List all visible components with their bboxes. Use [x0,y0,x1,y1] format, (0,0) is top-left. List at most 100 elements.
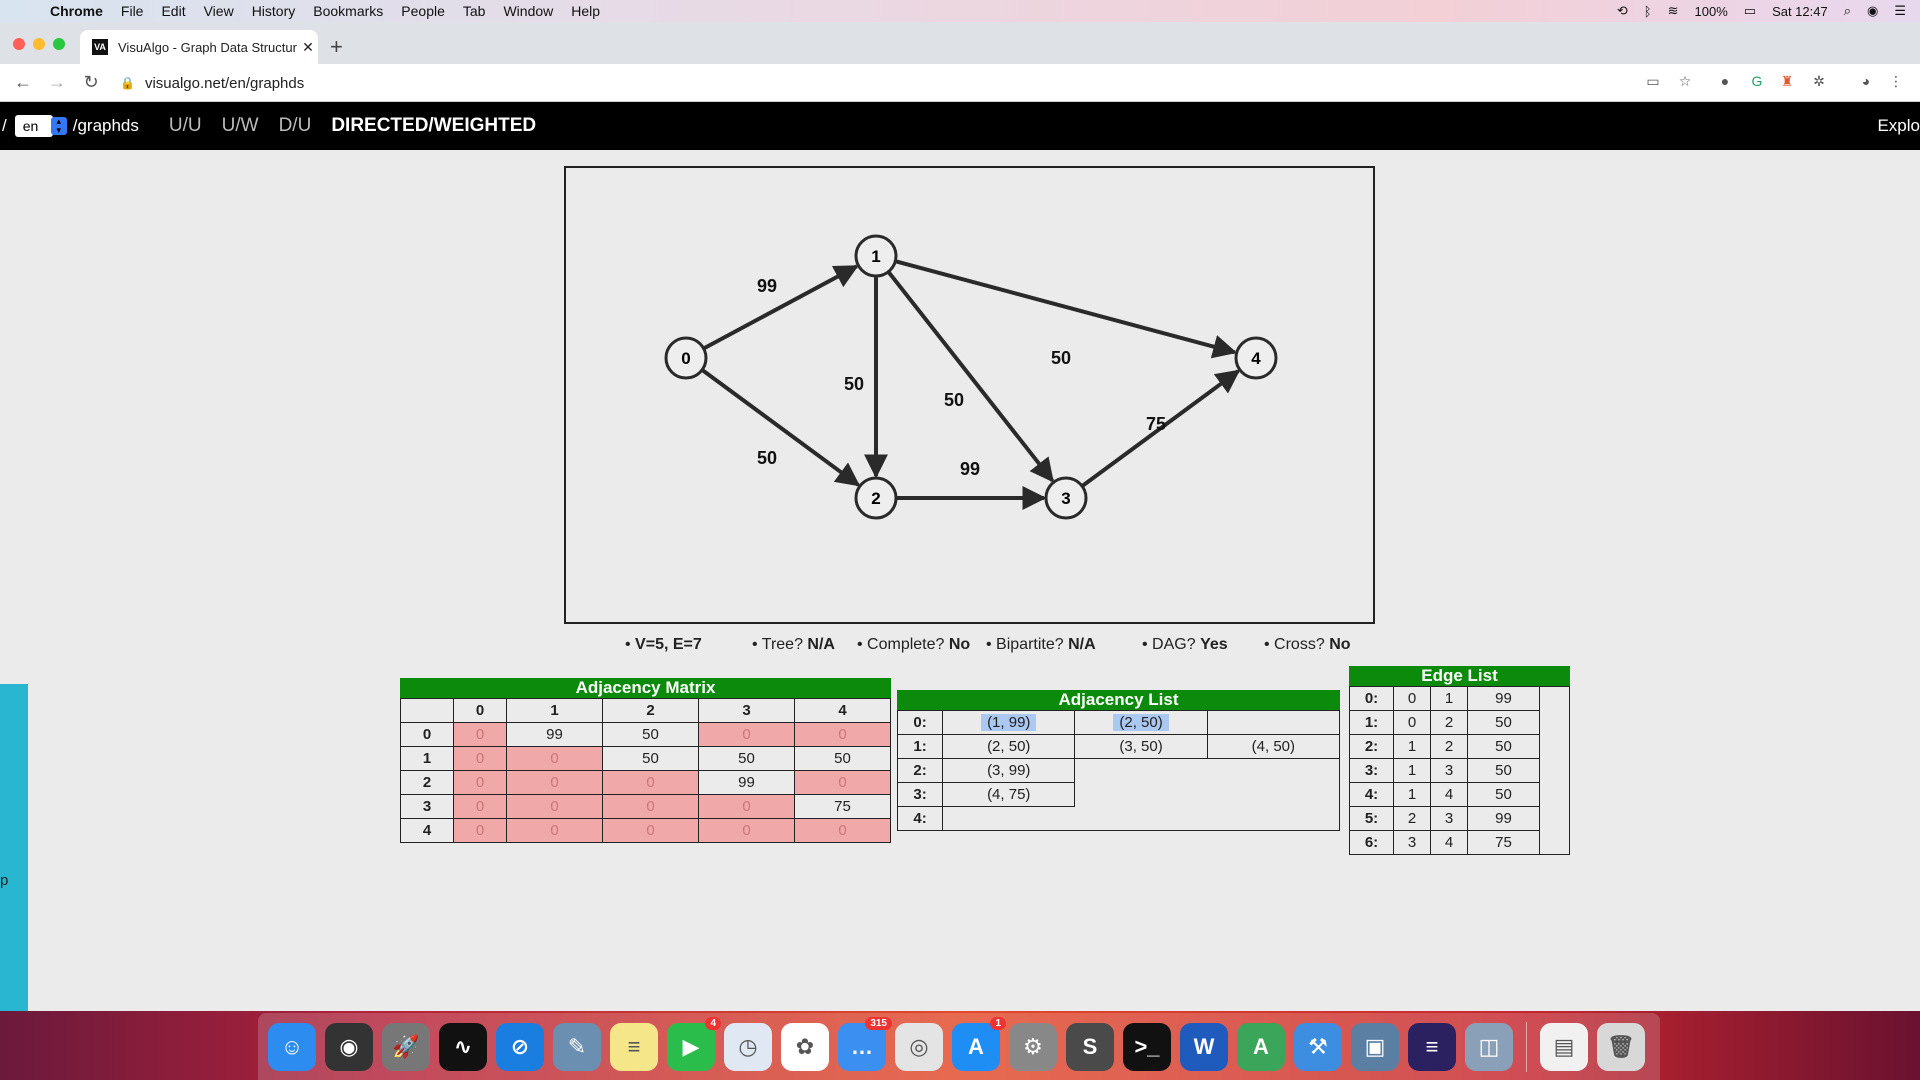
menu-app-name[interactable]: Chrome [50,3,103,19]
edge-1-4[interactable] [894,259,1238,359]
vertex-1[interactable]: 1 [854,234,898,278]
spotlight-icon[interactable]: ⌕ [1844,3,1851,19]
dock-documents-icon[interactable]: ▤ [1540,1022,1588,1071]
time-machine-icon[interactable]: ⟲ [1617,3,1628,19]
mode-uw[interactable]: U/W [222,115,259,137]
edgelist-spacer [1540,735,1570,759]
dock-image-capture-icon[interactable]: ◫ [1465,1022,1513,1071]
menu-window[interactable]: Window [503,3,553,19]
chrome-menu-icon[interactable]: ⋮ [1886,73,1906,93]
menu-edit[interactable]: Edit [161,3,185,19]
browser-tab[interactable]: VA VisuAlgo - Graph Data Structur ✕ [80,30,318,64]
dock-finder-icon[interactable]: ☺ [268,1022,316,1071]
siri-icon[interactable]: ◉ [1867,3,1878,19]
edge-1-3[interactable] [886,270,1054,483]
wifi-icon[interactable]: ≋ [1668,3,1679,19]
adjlist-row: 1: (2, 50) (3, 50) (4, 50) [896,734,1341,759]
dock-eclipse-icon[interactable]: ≡ [1408,1022,1456,1071]
menu-bookmarks[interactable]: Bookmarks [313,3,383,19]
edge-0-1[interactable] [702,264,859,351]
menu-tab[interactable]: Tab [463,3,486,19]
reload-icon[interactable]: ↻ [80,72,102,93]
tab-close-icon[interactable]: ✕ [298,39,318,56]
edge-weight-label: 50 [1051,348,1071,368]
extension-red-icon[interactable]: ♜ [1777,73,1797,93]
tab-title: VisuAlgo - Graph Data Structur [118,39,297,55]
cast-icon[interactable]: ▭ [1643,73,1663,93]
dock-image-viewer-icon[interactable]: ▣ [1351,1022,1399,1071]
dock-system-preferences-icon[interactable]: ⚙ [1009,1022,1057,1071]
matrix-cell: 0 [506,818,603,843]
dock-notes-icon[interactable]: ≡ [610,1022,658,1071]
battery-icon[interactable]: ▭ [1744,3,1756,19]
menu-people[interactable]: People [401,3,445,19]
vertex-label: 3 [1061,489,1070,508]
dock-xcode-icon[interactable]: ⚒ [1294,1022,1342,1071]
menu-help[interactable]: Help [571,3,600,19]
bookmark-star-icon[interactable]: ☆ [1675,73,1695,93]
menu-history[interactable]: History [252,3,296,19]
prop-cross-label: Cross? [1274,636,1325,653]
dock-preview-icon[interactable]: ✎ [553,1022,601,1071]
matrix-row: 1 0 0 50 50 50 [400,746,891,771]
mode-du[interactable]: D/U [279,115,312,137]
dock-safari-icon[interactable]: ⊘ [496,1022,544,1071]
dock-separator [1526,1021,1527,1072]
menu-view[interactable]: View [204,3,234,19]
adjlist-row: 2: (3, 99) [896,758,1340,783]
dock-siri-icon[interactable]: ◉ [325,1022,373,1071]
bluetooth-icon[interactable]: ᛒ [1644,4,1652,19]
edge-list-panel: Edge List 0: 0 1 99 1: 0 2 50 2: 1 2 50 3: 1 3 50 4:… [1349,666,1570,855]
battery-percent[interactable]: 100% [1695,4,1728,19]
new-tab-icon[interactable]: + [330,34,343,60]
window-zoom-button[interactable] [53,38,65,50]
macos-dock: ☺ ◉ 🚀 ∿ ⊘ ✎ ≡ ▶ 4 ◷ ✿… 315 ◎ A 1 ⚙ S >_ W A ⚒ ▣ ≡ ◫ ▤ 🗑 [0,1011,1920,1080]
dock-launchpad-icon[interactable]: 🚀 [382,1022,430,1071]
dock-shelf: ☺ ◉ 🚀 ∿ ⊘ ✎ ≡ ▶ 4 ◷ ✿… 315 ◎ A 1 ⚙ S >_ W A ⚒ ▣ ≡ ◫ ▤ 🗑 [258,1013,1660,1080]
dock-calendar-icon[interactable]: ◷ [724,1022,772,1071]
dock-sublime-text-icon[interactable]: S [1066,1022,1114,1071]
dock-trash-icon[interactable]: 🗑 [1597,1022,1645,1071]
grammarly-icon[interactable]: G [1747,73,1767,93]
dock-activity-monitor-icon[interactable]: ∿ [439,1022,487,1071]
notification-center-icon[interactable]: ☰ [1894,3,1906,19]
dock-app-store-icon[interactable]: A1 [952,1016,1006,1071]
extension-circle-icon[interactable]: ● [1715,73,1735,93]
menu-file[interactable]: File [121,3,144,19]
url-text[interactable]: visualgo.net/en/graphds [145,75,304,92]
dock-facetime-icon[interactable]: ▶ 4 [667,1016,721,1071]
dock-chrome-icon[interactable]: ◎ [895,1022,943,1071]
edgelist-row: 0: 0 1 99 [1349,686,1570,711]
dock-android-studio-icon[interactable]: A [1237,1022,1285,1071]
explore-menu[interactable]: Explo [1877,116,1920,136]
vertex-0[interactable]: 0 [664,336,708,380]
prop-tree-label: Tree? [761,636,803,653]
language-select[interactable]: en ▴ ▾ [14,115,67,137]
profile-avatar-icon[interactable]: ◕ [1856,73,1876,93]
forward-icon[interactable]: → [46,72,68,93]
side-panel-toggle[interactable]: p [0,684,28,1011]
vertex-3[interactable]: 3 [1044,476,1088,520]
dock-word-icon[interactable]: W [1180,1022,1228,1071]
edge-0-2[interactable] [700,368,861,487]
vertex-4[interactable]: 4 [1234,336,1278,380]
graph-svg[interactable]: 99 50 50 50 50 99 75 0 1 2 3 4 [566,168,1373,622]
mode-uu[interactable]: U/U [169,115,202,137]
graph-canvas[interactable]: 99 50 50 50 50 99 75 0 1 2 3 4 [564,166,1375,624]
vertex-label: 0 [681,349,690,368]
dock-messages-icon[interactable]: … 315 [838,1016,892,1071]
window-minimize-button[interactable] [33,38,45,50]
vertex-label: 2 [871,489,880,508]
window-close-button[interactable] [13,38,25,50]
dock-photos-icon[interactable]: ✿ [781,1022,829,1071]
address-bar[interactable]: 🔒 visualgo.net/en/graphds [108,68,1708,98]
clock[interactable]: Sat 12:47 [1772,4,1828,19]
root-slash[interactable]: / [2,116,7,136]
matrix-col-header: 0 [453,698,507,723]
vertex-2[interactable]: 2 [854,476,898,520]
lock-icon[interactable]: 🔒 [120,76,135,90]
extension-gear-icon[interactable]: ✲ [1809,73,1829,93]
mode-directed-weighted[interactable]: DIRECTED/WEIGHTED [331,115,536,137]
back-icon[interactable]: ← [12,72,34,93]
dock-terminal-icon[interactable]: >_ [1123,1022,1171,1071]
